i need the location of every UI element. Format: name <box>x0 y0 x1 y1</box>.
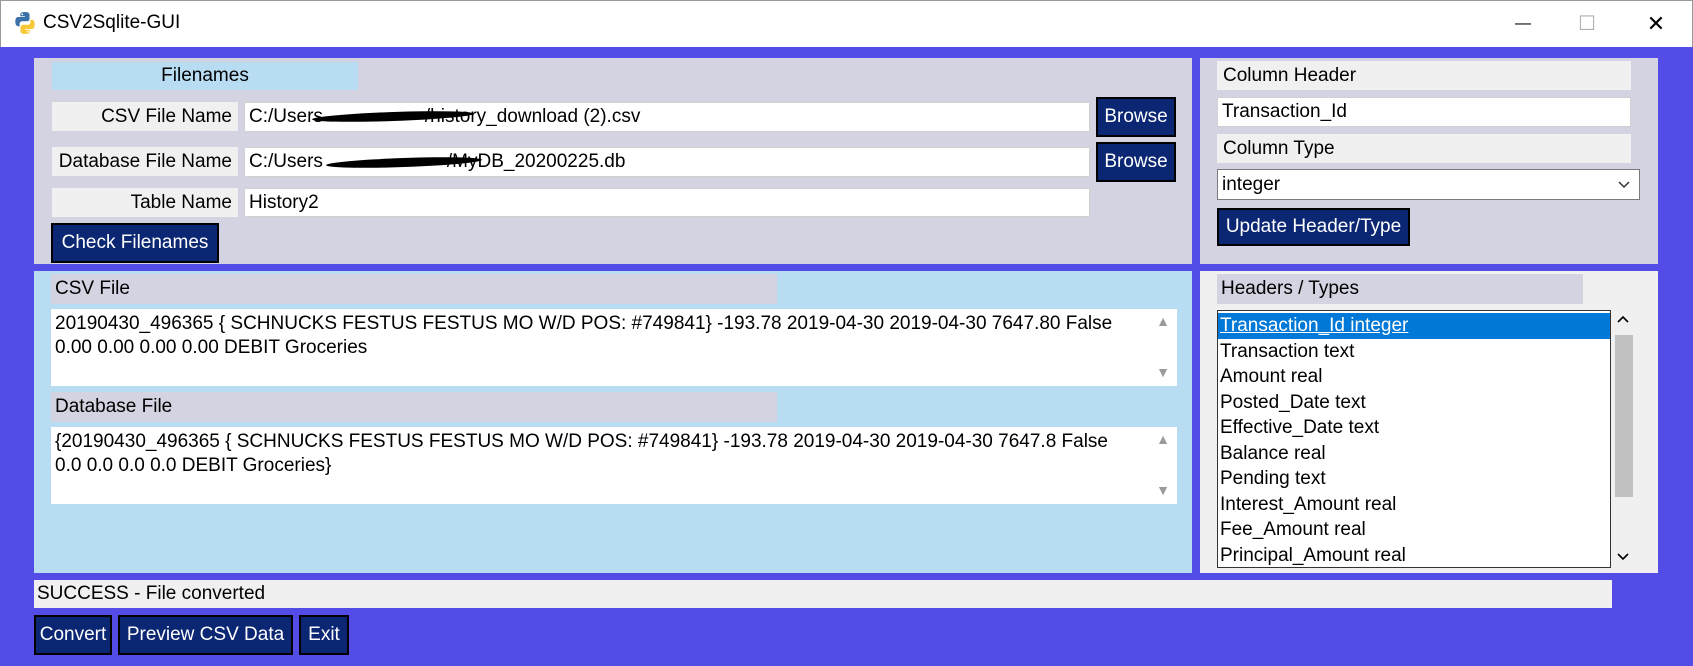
scroll-down-icon[interactable]: ▼ <box>1153 482 1173 498</box>
csv-browse-button[interactable]: Browse <box>1096 97 1176 137</box>
db-line-2: 0.0 0.0 0.0 0.0 DEBIT Groceries} <box>55 455 332 476</box>
table-name-label: Table Name <box>52 188 238 217</box>
scroll-down-icon[interactable] <box>1616 550 1630 567</box>
list-item[interactable]: Amount real <box>1218 364 1610 390</box>
maximize-icon: ☐ <box>1578 13 1596 35</box>
list-item[interactable]: Posted_Date text <box>1218 390 1610 416</box>
column-header-label: Column Header <box>1217 61 1631 90</box>
scroll-up-icon[interactable] <box>1616 312 1630 329</box>
csv-path-prefix: C:/Users <box>249 106 323 127</box>
csv-line-1: 20190430_496365 { SCHNUCKS FESTUS FESTUS… <box>55 313 1113 334</box>
column-type-value: integer <box>1222 173 1281 195</box>
filenames-section-label: Filenames <box>52 62 358 90</box>
update-header-type-button[interactable]: Update Header/Type <box>1217 208 1410 246</box>
list-item[interactable]: Effective_Date text <box>1218 415 1610 441</box>
minimize-button[interactable]: — <box>1492 0 1554 47</box>
list-item[interactable]: Fee_Amount real <box>1218 517 1610 543</box>
window-title: CSV2Sqlite-GUI <box>43 12 181 33</box>
status-bar: SUCCESS - File converted <box>34 580 1612 608</box>
scroll-down-icon[interactable]: ▼ <box>1153 364 1173 380</box>
chevron-down-icon <box>1617 176 1631 198</box>
list-item[interactable]: Pending text <box>1218 466 1610 492</box>
list-item[interactable]: Transaction text <box>1218 339 1610 365</box>
database-file-name-label: Database File Name <box>52 147 238 176</box>
column-type-label: Column Type <box>1217 134 1631 163</box>
db-path-prefix: C:/Users <box>249 151 323 172</box>
column-type-select[interactable]: integer <box>1217 169 1640 200</box>
database-file-text[interactable]: {20190430_496365 { SCHNUCKS FESTUS FESTU… <box>51 427 1177 504</box>
title-bar <box>0 0 1693 47</box>
scroll-up-icon[interactable]: ▲ <box>1153 313 1173 329</box>
preview-csv-data-button[interactable]: Preview CSV Data <box>118 615 293 655</box>
minimize-icon: — <box>1515 14 1531 32</box>
csv-line-2: 0.00 0.00 0.00 0.00 DEBIT Groceries <box>55 337 368 358</box>
python-icon <box>13 11 37 35</box>
list-item[interactable]: Balance real <box>1218 441 1610 467</box>
check-filenames-button[interactable]: Check Filenames <box>51 223 219 263</box>
convert-button[interactable]: Convert <box>34 615 112 655</box>
csv-file-text[interactable]: 20190430_496365 { SCHNUCKS FESTUS FESTUS… <box>51 309 1177 386</box>
close-icon: ✕ <box>1646 10 1666 36</box>
table-name-input[interactable]: History2 <box>244 188 1090 217</box>
csv-file-name-label: CSV File Name <box>52 102 238 131</box>
db-line-1: {20190430_496365 { SCHNUCKS FESTUS FESTU… <box>55 431 1108 452</box>
database-file-label: Database File <box>51 392 777 422</box>
list-item[interactable]: Interest_Amount real <box>1218 492 1610 518</box>
list-item[interactable]: Principal_Amount real <box>1218 543 1610 569</box>
listbox-scroll-thumb[interactable] <box>1615 335 1633 497</box>
headers-types-listbox[interactable]: Transaction_Id integer Transaction text Am… <box>1217 310 1611 568</box>
headers-types-label: Headers / Types <box>1217 274 1583 304</box>
list-item[interactable]: Transaction_Id integer <box>1218 313 1610 339</box>
scroll-up-icon[interactable]: ▲ <box>1153 431 1173 447</box>
exit-button[interactable]: Exit <box>299 615 349 655</box>
close-button[interactable]: ✕ <box>1625 0 1687 47</box>
csv-file-label: CSV File <box>51 274 777 304</box>
maximize-button[interactable]: ☐ <box>1556 0 1618 47</box>
database-browse-button[interactable]: Browse <box>1096 142 1176 182</box>
column-header-input[interactable]: Transaction_Id <box>1217 97 1631 127</box>
